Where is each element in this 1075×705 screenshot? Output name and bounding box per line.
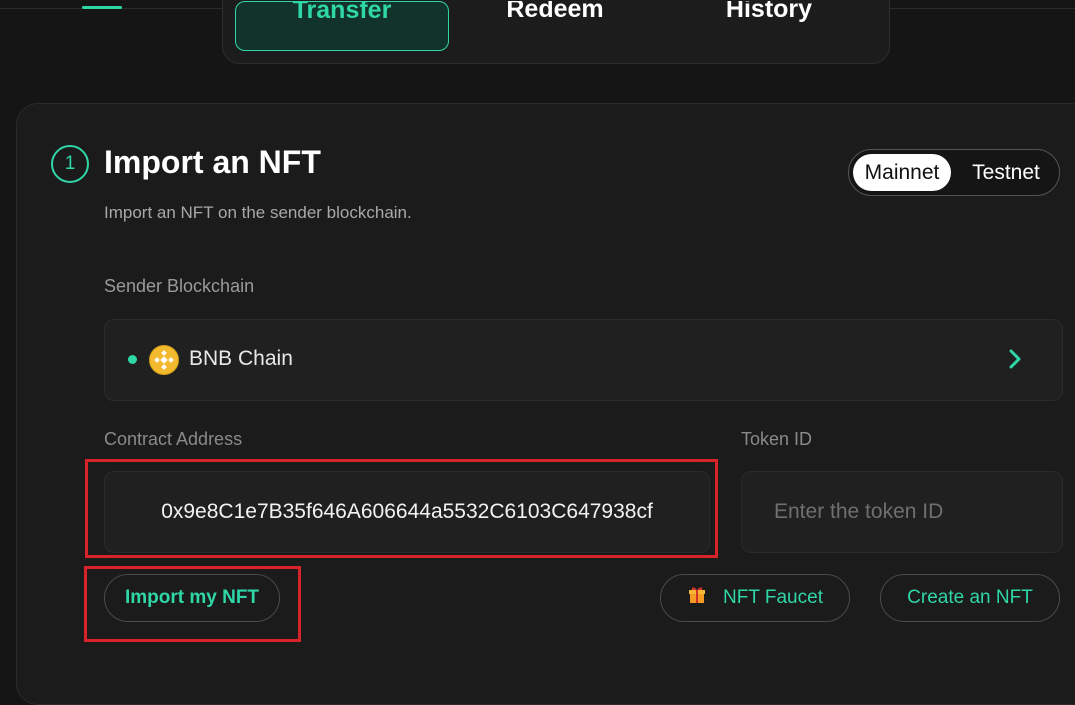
- tab-transfer-label: Transfer: [292, 1, 392, 24]
- highlight-box-import: [84, 566, 301, 642]
- tab-transfer[interactable]: Transfer: [235, 1, 449, 51]
- network-option-testnet[interactable]: Testnet: [957, 154, 1055, 191]
- tab-history-label: History: [725, 1, 813, 23]
- bnb-logo-icon: [149, 345, 179, 375]
- page-title: Import an NFT: [104, 144, 321, 180]
- chevron-right-icon: [1008, 347, 1022, 376]
- sender-chain-name: BNB Chain: [189, 347, 293, 370]
- contract-address-label: Contract Address: [104, 429, 243, 449]
- create-an-nft-label: Create an NFT: [907, 587, 1033, 608]
- tab-redeem-label: Redeem: [506, 1, 604, 23]
- nav-active-indicator: [82, 6, 122, 9]
- network-toggle: Mainnet Testnet: [848, 149, 1060, 196]
- token-id-field[interactable]: [741, 471, 1063, 553]
- token-id-input[interactable]: [742, 499, 1062, 525]
- sender-blockchain-label: Sender Blockchain: [104, 276, 255, 296]
- tab-history[interactable]: History: [663, 1, 875, 49]
- create-an-nft-button[interactable]: Create an NFT: [880, 574, 1060, 622]
- sender-chain-select[interactable]: BNB Chain: [104, 319, 1063, 401]
- network-option-mainnet[interactable]: Mainnet: [853, 154, 951, 191]
- token-id-label: Token ID: [741, 429, 813, 449]
- highlight-box-contract: [85, 459, 718, 558]
- page-subtitle: Import an NFT on the sender blockchain.: [104, 203, 412, 222]
- status-dot: [128, 355, 137, 364]
- nft-faucet-label: NFT Faucet: [723, 587, 823, 608]
- step-number-badge: 1: [51, 145, 89, 183]
- tab-redeem[interactable]: Redeem: [449, 1, 661, 49]
- nft-faucet-button[interactable]: NFT Faucet: [660, 574, 850, 622]
- gift-icon: [687, 585, 707, 611]
- tabs-panel: Transfer Redeem History: [222, 0, 890, 64]
